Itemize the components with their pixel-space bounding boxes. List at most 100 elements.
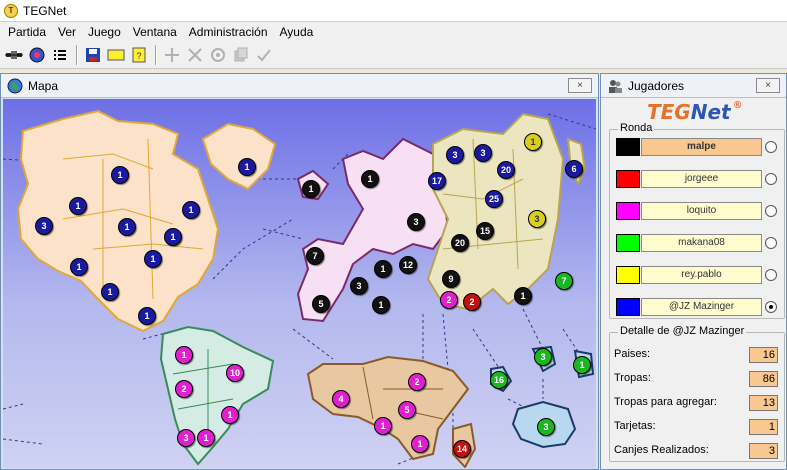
- troop-marker[interactable]: 1: [372, 296, 390, 314]
- troop-marker[interactable]: 1: [514, 287, 532, 305]
- list-icon: [54, 50, 66, 60]
- ronda-group: Ronda malpe jorgeee loquito makana08 rey.pab…: [609, 122, 785, 319]
- player-radio[interactable]: [765, 269, 777, 281]
- stat-value: 86: [749, 371, 778, 387]
- menu-ayuda[interactable]: Ayuda: [274, 25, 320, 39]
- player-radio[interactable]: [765, 237, 777, 249]
- menu-juego[interactable]: Juego: [82, 25, 127, 39]
- player-radio[interactable]: [765, 301, 777, 313]
- player-radio[interactable]: [765, 141, 777, 153]
- players-button[interactable]: [26, 44, 48, 66]
- troop-marker[interactable]: 7: [555, 272, 573, 290]
- troop-marker[interactable]: 4: [332, 390, 350, 408]
- world-map[interactable]: 1 3 1 1 1 1 1 1 1 1 1 1 1 7 3 3 1 12 5 1 9 20 1 3 3 17 20 25 15 6 1 3 7 2…: [3, 99, 596, 468]
- troop-marker[interactable]: 2: [408, 373, 426, 391]
- menu-administracion[interactable]: Administración: [183, 25, 274, 39]
- troop-marker[interactable]: 9: [442, 270, 460, 288]
- troop-marker[interactable]: 1: [524, 133, 542, 151]
- troop-marker[interactable]: 1: [70, 258, 88, 276]
- troop-marker[interactable]: 2: [175, 380, 193, 398]
- troop-marker[interactable]: 1: [197, 429, 215, 447]
- add-button[interactable]: [161, 44, 183, 66]
- troop-marker[interactable]: 1: [238, 158, 256, 176]
- troop-marker[interactable]: 1: [374, 260, 392, 278]
- troop-marker[interactable]: 1: [144, 250, 162, 268]
- menu-ver[interactable]: Ver: [52, 25, 82, 39]
- regroup-icon: [211, 48, 225, 62]
- tegnet-logo: TEGNet ®: [647, 100, 743, 124]
- troop-marker[interactable]: 3: [474, 144, 492, 162]
- player-name: makana08: [641, 234, 762, 252]
- map-shapes: [3, 109, 596, 468]
- troop-marker[interactable]: 17: [428, 172, 446, 190]
- troop-marker[interactable]: 1: [302, 180, 320, 198]
- troop-marker[interactable]: 1: [138, 307, 156, 325]
- stat-value: 16: [749, 347, 778, 363]
- africa-region[interactable]: [306, 355, 470, 461]
- attack-icon: [188, 48, 202, 62]
- card-icon: ?: [132, 47, 146, 63]
- menu-ventana[interactable]: Ventana: [127, 25, 183, 39]
- troop-marker[interactable]: 1: [69, 197, 87, 215]
- copy-icon: [234, 47, 248, 62]
- menu-partida[interactable]: Partida: [2, 25, 52, 39]
- troop-marker[interactable]: 1: [118, 218, 136, 236]
- troop-marker[interactable]: 1: [411, 435, 429, 453]
- troop-marker[interactable]: 1: [175, 346, 193, 364]
- troop-marker[interactable]: 1: [221, 406, 239, 424]
- yellow-card-button[interactable]: [105, 44, 127, 66]
- troop-marker[interactable]: 3: [534, 348, 552, 366]
- connect-button[interactable]: [3, 44, 25, 66]
- troop-marker[interactable]: 3: [350, 277, 368, 295]
- troop-marker[interactable]: 1: [101, 283, 119, 301]
- toolbar-separator: [76, 45, 78, 65]
- player-radio[interactable]: [765, 205, 777, 217]
- troop-marker[interactable]: 12: [399, 256, 417, 274]
- troop-marker[interactable]: 3: [407, 213, 425, 231]
- troop-marker[interactable]: 10: [226, 364, 244, 382]
- troop-marker[interactable]: 1: [182, 201, 200, 219]
- troop-marker[interactable]: 1: [361, 170, 379, 188]
- regroup-button[interactable]: [207, 44, 229, 66]
- check-button[interactable]: [253, 44, 275, 66]
- troop-marker[interactable]: 20: [451, 234, 469, 252]
- troop-marker[interactable]: 14: [453, 440, 471, 458]
- stat-label: Paises:: [614, 348, 651, 360]
- save-button[interactable]: [82, 44, 104, 66]
- troop-marker[interactable]: 1: [164, 228, 182, 246]
- players-close-button[interactable]: ×: [756, 78, 780, 93]
- player-radio[interactable]: [765, 173, 777, 185]
- troop-marker[interactable]: 3: [446, 146, 464, 164]
- list-button[interactable]: [49, 44, 71, 66]
- troop-marker[interactable]: 5: [398, 401, 416, 419]
- troop-marker[interactable]: 3: [528, 210, 546, 228]
- troop-marker[interactable]: 2: [440, 291, 458, 309]
- troop-marker[interactable]: 1: [573, 356, 591, 374]
- menu-bar: Partida Ver Juego Ventana Administración…: [0, 22, 787, 42]
- stat-value: 1: [749, 419, 778, 435]
- stat-value: 13: [749, 395, 778, 411]
- stat-label: Tarjetas:: [614, 420, 656, 432]
- card-button[interactable]: ?: [128, 44, 150, 66]
- players-header-icon: [609, 79, 622, 93]
- troop-marker[interactable]: 15: [476, 222, 494, 240]
- troop-marker[interactable]: 2: [463, 293, 481, 311]
- troop-marker[interactable]: 3: [177, 429, 195, 447]
- stat-value: 3: [749, 443, 778, 459]
- troop-marker[interactable]: 3: [35, 217, 53, 235]
- troop-marker[interactable]: 7: [306, 247, 324, 265]
- troop-marker[interactable]: 3: [537, 418, 555, 436]
- troop-marker[interactable]: 1: [374, 417, 392, 435]
- map-close-button[interactable]: ×: [568, 78, 592, 93]
- players-panel-title: Jugadores: [628, 78, 685, 93]
- troop-marker[interactable]: 25: [485, 190, 503, 208]
- troop-marker[interactable]: 16: [490, 371, 508, 389]
- troop-marker[interactable]: 6: [565, 160, 583, 178]
- troop-marker[interactable]: 1: [111, 166, 129, 184]
- attack-button[interactable]: [184, 44, 206, 66]
- players-panel: Jugadores × TEGNet ® Ronda malpe jorgeee lo…: [600, 73, 787, 470]
- troop-marker[interactable]: 20: [497, 161, 515, 179]
- stat-label: Canjes Realizados:: [614, 444, 709, 456]
- troop-marker[interactable]: 5: [312, 295, 330, 313]
- copy-button[interactable]: [230, 44, 252, 66]
